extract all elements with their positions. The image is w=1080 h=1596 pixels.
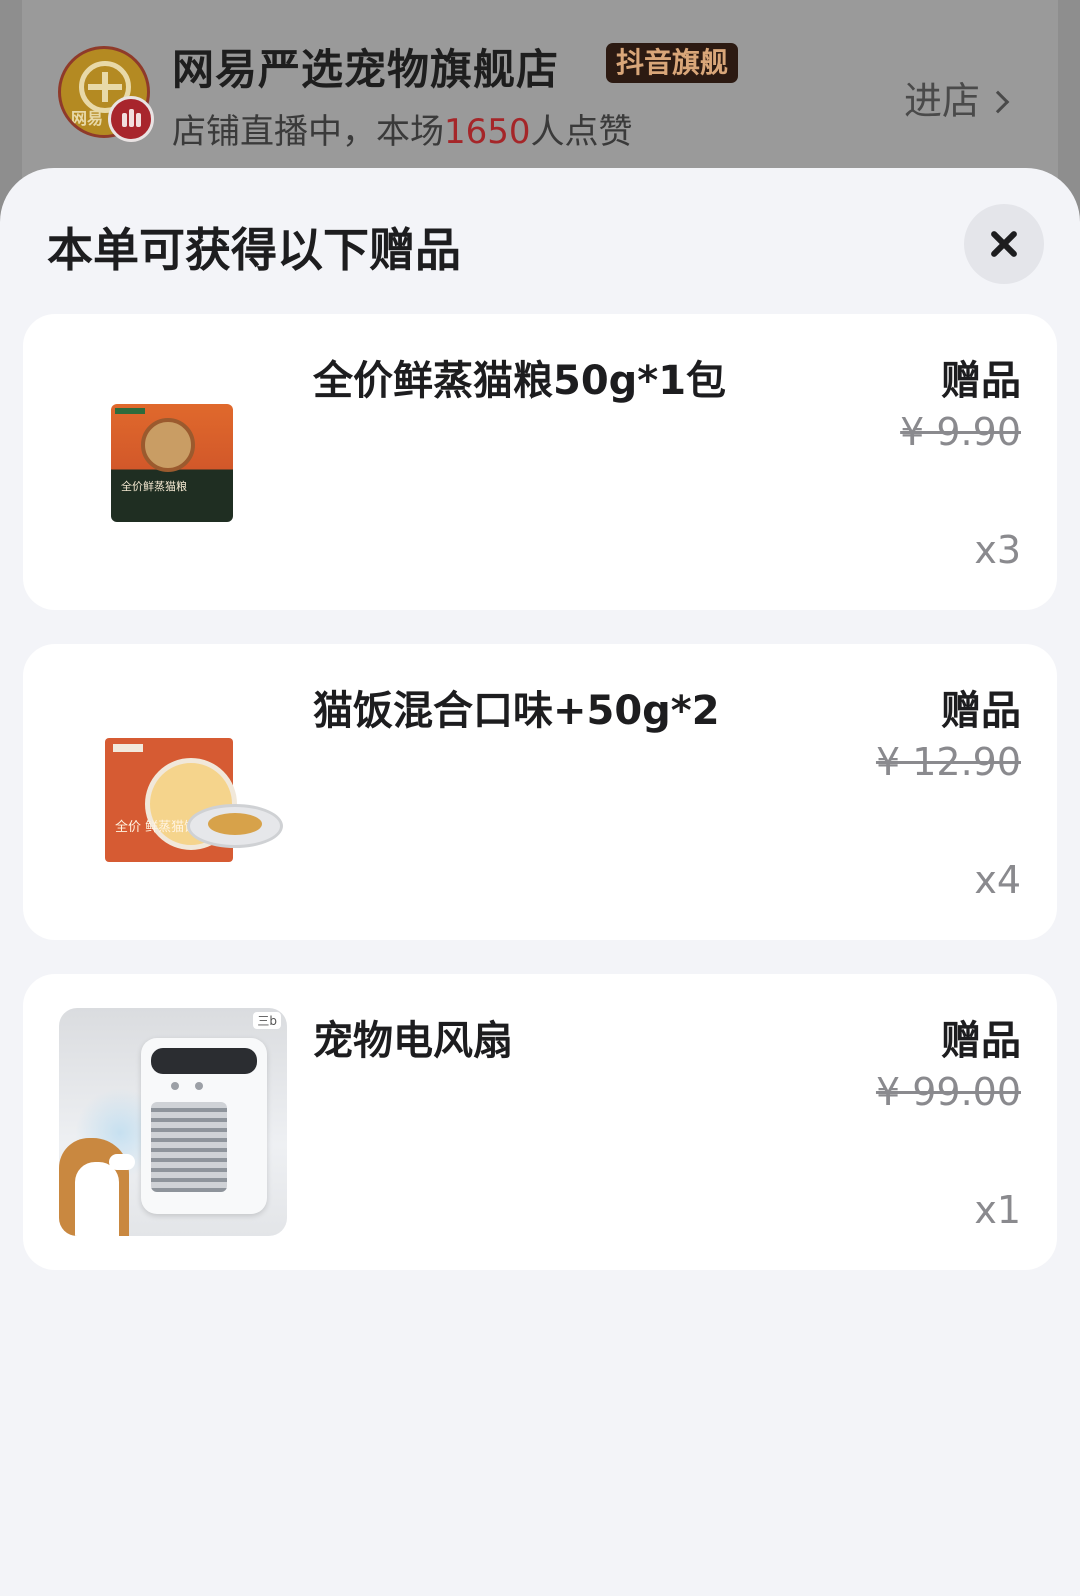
likes-count: 1650 [444,112,531,152]
gift-name: 猫饭混合口味+50g*2 [313,688,720,734]
original-price: ¥ 9.90 [900,410,1021,454]
original-price: ¥ 99.00 [875,1070,1021,1114]
gift-tag: 赠品 [941,688,1021,734]
gift-tag: 赠品 [941,358,1021,404]
enter-store-button[interactable]: 进店 [904,70,1010,125]
pet-fan-image: 三b [59,1008,287,1236]
status-prefix: 店铺直播中，本场 [172,112,444,152]
logo-text: 网易 [71,109,104,128]
gift-tag: 赠品 [941,1018,1021,1064]
gift-name: 全价鲜蒸猫粮50g*1包 [313,358,727,404]
gift-card[interactable]: 全价 鲜蒸猫饭 猫饭混合口味+50g*2 赠品 ¥ 12.90 x4 [23,644,1057,940]
enter-store-label: 进店 [904,79,981,123]
chevron-right-icon [986,90,1010,114]
close-button[interactable] [964,204,1044,284]
store-live-status: 店铺直播中，本场1650人点赞 [172,104,633,153]
live-indicator-icon [108,96,154,142]
original-price: ¥ 12.90 [875,740,1021,784]
status-suffix: 人点赞 [530,112,633,152]
sheet-title: 本单可获得以下赠品 [47,223,461,277]
gift-quantity: x3 [974,528,1021,572]
cat-food-pouch-image: 全价鲜蒸猫粮 [59,348,287,576]
cat-meal-box-image: 全价 鲜蒸猫饭 [59,678,287,906]
gift-quantity: x4 [974,858,1021,902]
gift-name: 宠物电风扇 [313,1018,513,1064]
pack-label: 全价鲜蒸猫粮 [121,480,187,493]
store-badge: 抖音旗舰 [606,43,739,83]
gift-card[interactable]: 三b 宠物电风扇 赠品 ¥ 99.00 x1 [23,974,1057,1270]
gifts-sheet: 本单可获得以下赠品 全价鲜蒸猫粮 全价鲜蒸猫粮50g*1包 赠品 ¥ 9.90 … [0,168,1080,1596]
pack-label: 全价 鲜蒸猫饭 [115,820,198,835]
gift-card[interactable]: 全价鲜蒸猫粮 全价鲜蒸猫粮50g*1包 赠品 ¥ 9.90 x3 [23,314,1057,610]
gift-quantity: x1 [974,1188,1021,1232]
store-name: 网易严选宠物旗舰店 [172,45,560,94]
brand-mark: 三b [253,1012,281,1029]
